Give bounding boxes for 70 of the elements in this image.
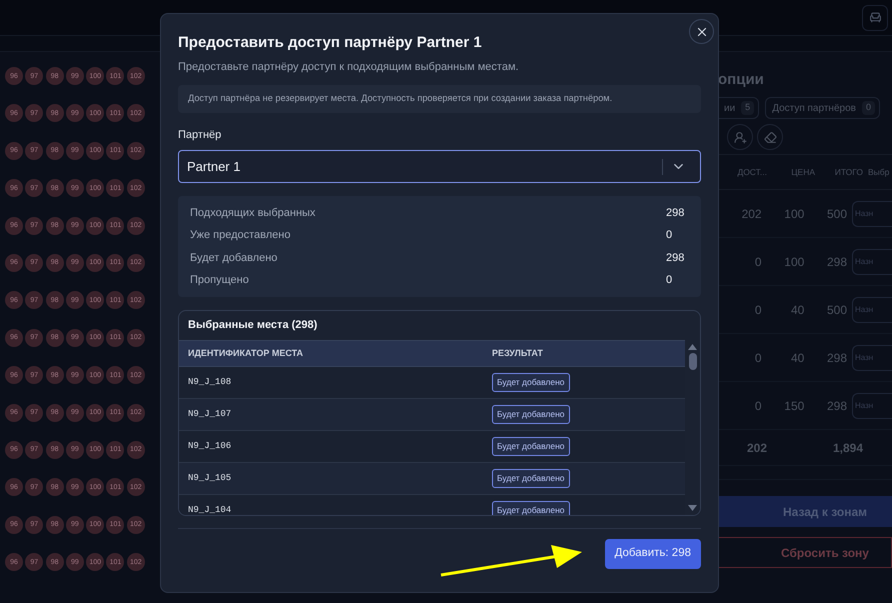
- column-header: ИДЕНТИФИКАТОР МЕСТА: [187, 346, 304, 360]
- table-cell-text: 500: [826, 206, 847, 222]
- status-badge: Будет добавлено: [492, 437, 570, 456]
- close-button[interactable]: [689, 19, 714, 44]
- status-badge: Будет добавлено: [492, 373, 570, 392]
- status-badge: Будет добавлено: [492, 501, 570, 515]
- summary-label: Подходящих выбранных: [190, 206, 316, 220]
- summary-value: 0: [666, 273, 674, 288]
- eraser-icon: [764, 130, 776, 144]
- chip-label: Доступ партнёров: [772, 102, 856, 116]
- column-header: РЕЗУЛЬТАТ: [492, 346, 543, 360]
- summary-label: Пропущено: [190, 273, 250, 288]
- table-cell-text: 500: [826, 302, 847, 318]
- scroll-up-icon[interactable]: [688, 344, 697, 350]
- summary-value: 0: [666, 228, 674, 243]
- table-cell-text: 100: [783, 206, 804, 222]
- assign-field[interactable]: Назн: [852, 200, 892, 226]
- seat-id: N9_J_105: [187, 472, 232, 485]
- assign-field[interactable]: Назн: [852, 344, 892, 370]
- summary-value: 298: [666, 206, 686, 220]
- table-cell-text: 100: [783, 254, 804, 270]
- back-button[interactable]: Назад к зонам: [718, 496, 892, 527]
- partner-select[interactable]: Partner 1: [178, 150, 701, 183]
- dialog-subtitle: Предоставьте партнёру доступ к подходящим выбранным местам.: [178, 60, 520, 75]
- add-button[interactable]: Добавить: 298: [604, 539, 701, 569]
- chip-label: ии: [724, 102, 736, 116]
- total-cell-text: 1,894: [832, 440, 863, 456]
- table-cell-text: 40: [790, 302, 804, 318]
- assign-partner-button[interactable]: [727, 124, 753, 150]
- armchair-icon: [868, 11, 882, 24]
- table-cell-text: 0: [754, 254, 762, 270]
- summary-label: Будет добавлено: [190, 250, 278, 266]
- seat-id: N9_J_108: [187, 376, 232, 389]
- dialog-title: Предоставить доступ партнёру Partner 1: [178, 34, 483, 52]
- summary-value: 298: [666, 250, 686, 266]
- reset-zone-button[interactable]: Сбросить зону: [718, 537, 892, 568]
- clear-button[interactable]: [757, 124, 783, 150]
- total-cell-text: 202: [746, 440, 767, 456]
- column-header: ЦЕНА: [790, 166, 815, 178]
- notice: Доступ партнёра не резервирует места. Доступность проверяется при создании заказа партнёром.: [178, 84, 701, 112]
- table-cell-text: 298: [826, 398, 847, 414]
- table-cell-text: 0: [754, 398, 762, 414]
- field-label: Партнёр: [178, 128, 222, 142]
- table-cell-text: 40: [790, 350, 804, 366]
- status-badge: Будет добавлено: [492, 405, 570, 424]
- seats-title: Выбранные места (298): [187, 318, 318, 334]
- scroll-down-icon[interactable]: [688, 505, 697, 511]
- seat-id: N9_J_107: [187, 408, 232, 421]
- assign-field[interactable]: Назн: [852, 296, 892, 322]
- scroll-thumb[interactable]: [688, 353, 696, 370]
- seat-view-button[interactable]: [862, 4, 888, 30]
- panel-title: опции: [718, 70, 765, 90]
- status-badge: Будет добавлено: [492, 469, 570, 488]
- table-cell-text: 298: [826, 254, 847, 270]
- column-header: ДОСТ...: [736, 166, 767, 178]
- chip-count: 0: [862, 101, 875, 115]
- table-cell-text: 150: [783, 398, 804, 414]
- column-header: Выбр: [867, 166, 890, 178]
- chip-count: 5: [741, 101, 754, 115]
- seat-id: N9_J_106: [187, 440, 232, 453]
- table-cell-text: 298: [826, 350, 847, 366]
- summary-label: Уже предоставлено: [190, 228, 292, 243]
- table-cell-text: 202: [740, 206, 762, 222]
- seat-id: N9_J_104: [187, 504, 232, 515]
- filter-chip[interactable]: Доступ партнёров 0: [765, 97, 880, 119]
- assign-field[interactable]: Назн: [852, 248, 892, 274]
- table-cell-text: 0: [754, 302, 762, 318]
- table-cell-text: 0: [754, 350, 762, 366]
- column-header: ИТОГО: [834, 166, 863, 178]
- assign-field[interactable]: Назн: [852, 392, 892, 418]
